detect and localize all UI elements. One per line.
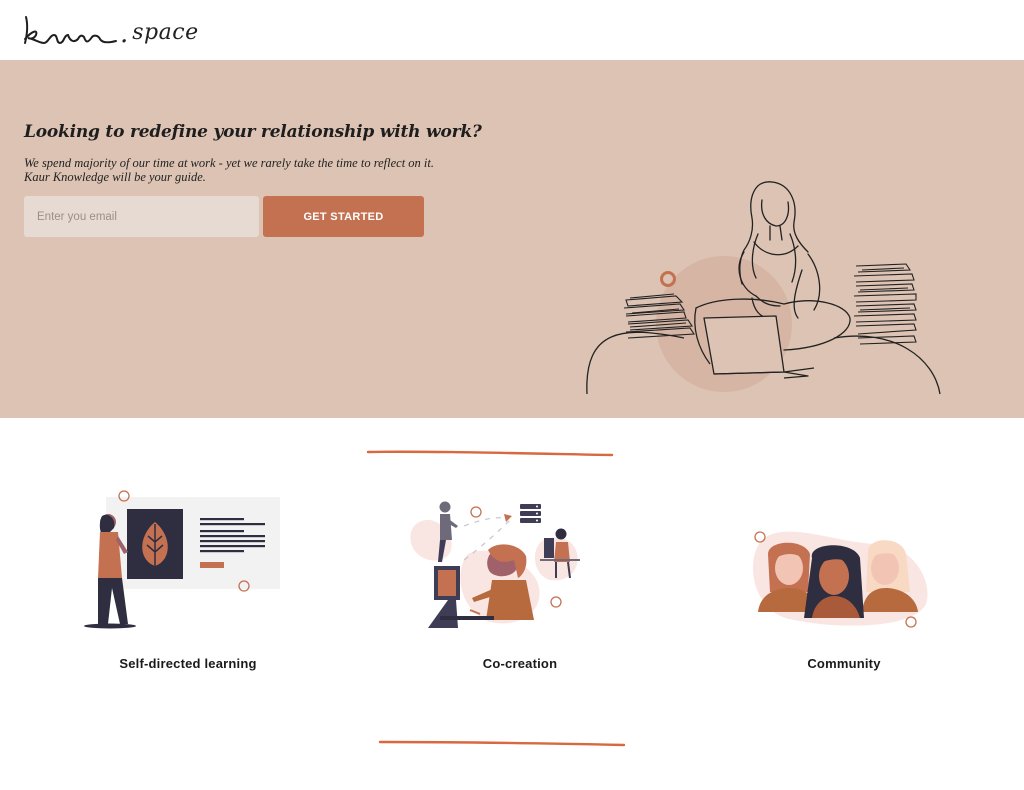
logo-wordmark: space — [132, 19, 199, 45]
get-started-button[interactable]: GET STARTED — [263, 196, 424, 237]
logo-link[interactable]: . space — [22, 8, 199, 52]
logo-dot: . — [120, 19, 129, 49]
logo-script-icon — [24, 16, 117, 45]
site-header: . space — [0, 0, 1024, 60]
feature-community: Community — [704, 480, 984, 680]
hero-section: Looking to redefine your relationship wi… — [0, 60, 1024, 418]
hero-title: Looking to redefine your relationship wi… — [24, 122, 482, 142]
co-creation-illustration — [410, 501, 580, 628]
community-illustration — [752, 531, 928, 628]
hero-subtitle: We spend majority of our time at work - … — [24, 156, 434, 184]
feature-label: Co-creation — [482, 656, 558, 671]
feature-label: Community — [807, 656, 881, 671]
features-section: Self-directed learning Co-creation Commu… — [0, 480, 1024, 690]
feature-self-directed-learning: Self-directed learning — [48, 480, 328, 680]
learning-illustration — [84, 490, 280, 629]
section-divider-bottom — [378, 740, 626, 747]
feature-co-creation: Co-creation — [380, 480, 660, 680]
feature-label: Self-directed learning — [119, 656, 257, 671]
email-input[interactable] — [24, 196, 259, 237]
section-divider-top — [366, 450, 614, 457]
woman-laptop-illustration — [586, 181, 941, 395]
